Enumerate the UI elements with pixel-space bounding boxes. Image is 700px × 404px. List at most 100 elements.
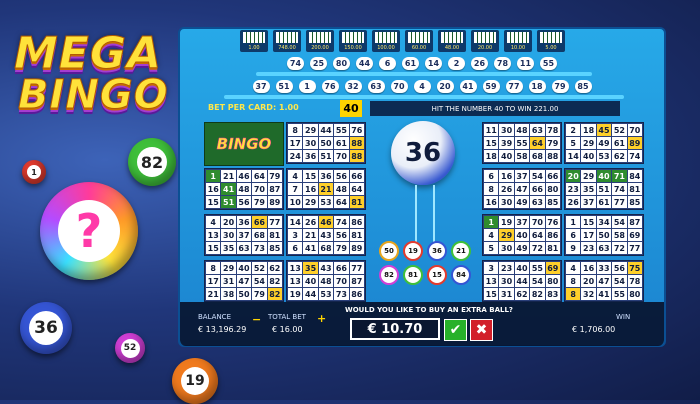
card-cell: 72 (612, 242, 627, 254)
card-cell: 43 (318, 229, 334, 241)
card-cell: 37 (581, 196, 596, 208)
card-cell: 53 (596, 150, 612, 162)
card-cell: 87 (349, 275, 364, 287)
card-cell: 64 (252, 170, 267, 182)
drawn-ball: 78 (494, 57, 511, 70)
card-cell: 74 (334, 216, 349, 228)
decrease-bet-button[interactable]: − (252, 313, 261, 326)
card-cell: 80 (627, 288, 642, 300)
ball-tube (415, 185, 435, 243)
card-cell: 44 (514, 275, 530, 287)
drawn-ball: 61 (402, 57, 419, 70)
card-cell: 89 (349, 242, 364, 254)
drawn-ball: 44 (356, 57, 373, 70)
card-cell: 68 (318, 242, 334, 254)
card-cell: 16 (206, 183, 221, 195)
bingo-card: 3 23 40 55 69 13 30 44 54 80 15 31 62 82 83 (482, 260, 562, 302)
card-cell: 40 (514, 229, 530, 241)
card-cell: 62 (612, 150, 627, 162)
card-cell: 70 (627, 124, 642, 136)
card-cell: 17 (206, 275, 221, 287)
bingo-card-badge[interactable]: BINGO (204, 122, 284, 166)
card-cell: 30 (221, 229, 236, 241)
drawn-ball: 59 (482, 80, 500, 93)
card-cell: 70 (530, 216, 545, 228)
card-cell: 30 (499, 242, 514, 254)
card-cell: 9 (566, 242, 581, 254)
card-cell: 8 (484, 183, 499, 195)
card-cell: 30 (499, 124, 514, 136)
card-cell: 50 (236, 288, 252, 300)
card-cell: 79 (545, 137, 560, 149)
increase-bet-button[interactable]: + (317, 312, 326, 325)
card-cell: 36 (303, 150, 318, 162)
bingo-card: 11 30 48 63 78 15 39 55 64 79 18 40 58 68 88 (482, 122, 562, 164)
card-cell: 21 (206, 288, 221, 300)
card-cell: 3 (484, 262, 499, 274)
card-cell: 64 (334, 196, 349, 208)
card-cell: 51 (221, 196, 236, 208)
extra-ball-price: € 10.70 (350, 318, 440, 340)
pattern-icon (408, 32, 430, 43)
info-line: BET PER CARD: 1.00 40 HIT THE NUMBER 40 … (180, 100, 664, 117)
paytable-item: 200.00 (306, 30, 334, 52)
drawn-ball: 79 (551, 80, 569, 93)
card-cell: 54 (612, 275, 627, 287)
card-cell: 15 (303, 170, 318, 182)
card-cell: 78 (545, 124, 560, 136)
card-cell: 52 (612, 124, 627, 136)
card-cell: 33 (596, 262, 612, 274)
total-bet-label: TOTAL BET (268, 313, 306, 321)
card-cell: 66 (545, 170, 560, 182)
bingo-card: 1 19 37 70 76 4 29 40 64 86 5 30 49 72 81 (482, 214, 562, 256)
tray-ball: 21 (451, 241, 471, 261)
decline-extra-ball-button[interactable]: ✖ (470, 319, 493, 341)
bingo-card: 13 35 43 66 77 13 40 48 70 87 19 44 53 73 86 (286, 260, 366, 302)
bingo-card: 1 21 46 64 79 16 41 48 70 87 15 51 56 79 89 (204, 168, 284, 210)
card-cell: 15 (206, 196, 221, 208)
card-cell: 63 (530, 196, 545, 208)
drawn-ball: 41 (459, 80, 477, 93)
card-cell: 34 (596, 216, 612, 228)
bingo-card: 20 29 40 71 84 23 35 51 74 81 26 37 61 77 85 (564, 168, 644, 210)
paytable-value: 200.00 (311, 45, 329, 51)
card-cell: 26 (303, 216, 318, 228)
card-cell: 64 (530, 137, 545, 149)
card-cell: 56 (612, 262, 627, 274)
card-cell: 81 (267, 229, 282, 241)
card-cell: 49 (596, 137, 612, 149)
paytable-value: 150.00 (344, 45, 362, 51)
card-cell: 51 (318, 150, 334, 162)
card-cell: 35 (581, 183, 596, 195)
card-cell: 16 (581, 262, 596, 274)
paytable-item: 748.00 (273, 30, 301, 52)
card-cell: 61 (334, 137, 349, 149)
paytable-value: 60.00 (411, 45, 427, 51)
drawn-ball: 51 (275, 80, 293, 93)
card-cell: 13 (288, 275, 303, 287)
card-cell: 37 (514, 170, 530, 182)
card-cell: 47 (514, 183, 530, 195)
card-cell: 18 (484, 150, 499, 162)
ball-shelf-2 (224, 95, 624, 99)
card-cell: 47 (236, 275, 252, 287)
card-cell: 41 (221, 183, 236, 195)
card-cell: 26 (566, 196, 581, 208)
pattern-icon (342, 32, 364, 43)
card-cell: 63 (236, 242, 252, 254)
card-cell: 61 (596, 196, 612, 208)
ball-shelf-1 (256, 72, 592, 76)
bet-per-card: BET PER CARD: 1.00 (208, 103, 299, 112)
card-cell: 30 (499, 275, 514, 287)
card-cell: 66 (252, 216, 267, 228)
card-cell: 4 (484, 229, 499, 241)
card-cell: 50 (318, 137, 334, 149)
card-cell: 76 (545, 216, 560, 228)
card-cell: 29 (581, 170, 596, 182)
drawn-ball: 37 (252, 80, 270, 93)
card-cell: 70 (252, 183, 267, 195)
card-cell: 31 (499, 288, 514, 300)
bingo-card: 14 26 46 74 86 3 21 43 56 81 6 41 68 79 89 (286, 214, 366, 256)
confirm-extra-ball-button[interactable]: ✔ (444, 319, 467, 341)
tray-ball: 81 (403, 265, 423, 285)
